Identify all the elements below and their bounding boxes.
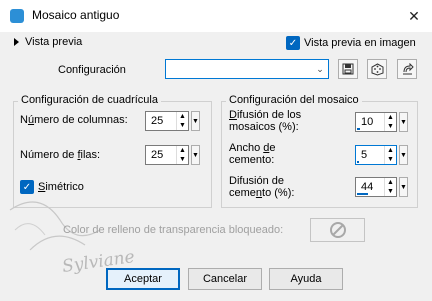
window-title: Mosaico antiguo [32,8,120,22]
columns-dropdown[interactable]: ▼ [191,111,200,131]
expand-arrow-icon [14,38,19,46]
mosaic-settings-title: Configuración del mosaico [226,94,362,106]
dropdown-arrow-icon: ▼ [192,151,199,159]
diffusion-value: 10 [361,116,374,128]
rows-dropdown[interactable]: ▼ [191,145,200,165]
diffusion-dropdown[interactable]: ▼ [399,112,408,132]
cement-width-label: Ancho de cemento: [229,142,276,166]
reset-button[interactable] [397,59,417,79]
save-icon [342,63,354,75]
cement-diffusion-value: 44 [361,181,374,193]
preview-toggle-label: Vista previa [25,36,83,48]
preview-on-image-label: Vista previa en imagen [304,37,416,49]
rows-label: Número de filas: [20,149,101,161]
rows-value: 25 [151,149,164,161]
spin-arrows-icon[interactable]: ▲ ▼ [176,146,188,164]
spin-arrows-icon[interactable]: ▲ ▼ [176,112,188,130]
columns-label: Número de columnas: [20,114,128,126]
checkmark-icon: ✓ [286,36,300,50]
dropdown-arrow-icon: ▼ [192,117,199,125]
fill-color-swatch[interactable] [310,218,365,242]
spin-arrows-icon[interactable]: ▲ ▼ [384,146,396,164]
accept-button[interactable]: Aceptar [106,268,180,290]
random-button[interactable] [367,59,387,79]
cement-width-dropdown[interactable]: ▼ [399,145,408,165]
cement-width-input[interactable]: 5 ▲ ▼ [355,145,397,165]
grid-settings-title: Configuración de cuadrícula [18,94,161,106]
cement-width-level-bar [357,161,359,163]
cancel-button[interactable]: Cancelar [188,268,262,290]
dropdown-arrow-icon: ▼ [400,183,407,191]
save-preset-button[interactable] [338,59,358,79]
diffusion-input[interactable]: 10 ▲ ▼ [355,112,397,132]
dropdown-arrow-icon: ▼ [400,118,407,126]
close-button[interactable]: ✕ [400,4,428,28]
preview-on-image-checkbox[interactable]: ✓ Vista previa en imagen [286,36,416,50]
cement-width-value: 5 [361,149,368,161]
cement-diffusion-dropdown[interactable]: ▼ [399,177,408,197]
columns-input[interactable]: 25 ▲ ▼ [145,111,189,131]
cement-diffusion-label: Difusión de cemento (%): [229,175,295,199]
config-select[interactable]: ⌄ [165,59,329,79]
dropdown-arrow-icon: ▼ [400,151,407,159]
spin-arrows-icon[interactable]: ▲ ▼ [384,178,396,196]
columns-value: 25 [151,115,164,127]
diffusion-label: Difusión de los mosaicos (%): [229,109,302,133]
cement-diffusion-level-bar [357,193,368,195]
cement-diffusion-input[interactable]: 44 ▲ ▼ [355,177,397,197]
dice-icon [371,62,383,76]
rows-input[interactable]: 25 ▲ ▼ [145,145,189,165]
config-label: Configuración [58,64,126,76]
spin-arrows-icon[interactable]: ▲ ▼ [384,113,396,131]
no-symbol-icon [329,222,346,238]
preview-toggle[interactable]: Vista previa [14,36,82,48]
app-icon [10,9,24,23]
fill-color-label: Color de relleno de transparencia bloque… [63,224,284,236]
diffusion-level-bar [357,128,360,130]
close-icon: ✕ [408,7,420,24]
reset-icon [402,62,414,74]
chevron-down-icon: ⌄ [316,63,324,74]
help-button[interactable]: Ayuda [269,268,343,290]
